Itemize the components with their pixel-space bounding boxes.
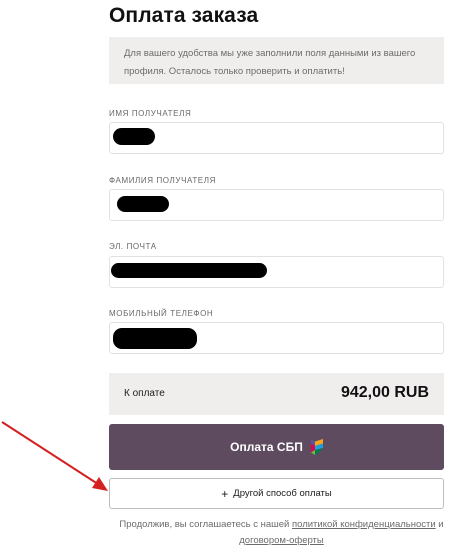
other-payment-method-label: Другой способ оплаты xyxy=(233,488,332,499)
consent-prefix: Продолжив, вы соглашаетесь с нашей xyxy=(119,519,290,530)
prefill-notice: Для вашего удобства мы уже заполнили пол… xyxy=(109,37,444,84)
order-total: К оплате 942,00 RUB xyxy=(109,373,444,415)
privacy-policy-link[interactable]: политикой конфиденциальности xyxy=(292,519,436,530)
phone-field[interactable] xyxy=(109,322,444,354)
total-amount: 942,00 RUB xyxy=(340,384,429,401)
last-name-label: ФАМИЛИЯ ПОЛУЧАТЕЛЯ xyxy=(109,176,216,185)
total-label: К оплате xyxy=(124,388,165,399)
page-title: Оплата заказа xyxy=(109,4,259,27)
redacted-value xyxy=(113,128,155,145)
email-field[interactable] xyxy=(109,256,444,288)
redacted-value xyxy=(117,196,169,212)
sbp-logo-icon xyxy=(310,439,323,455)
first-name-label: ИМЯ ПОЛУЧАТЕЛЯ xyxy=(109,109,192,118)
phone-label: МОБИЛЬНЫЙ ТЕЛЕФОН xyxy=(109,309,214,318)
pay-sbp-button[interactable]: Оплата СБП xyxy=(109,424,444,470)
last-name-field[interactable] xyxy=(109,189,444,221)
consent-text: Продолжив, вы соглашаетесь с нашей полит… xyxy=(109,517,454,549)
offer-agreement-link[interactable]: договором-оферты xyxy=(239,535,324,546)
plus-icon: + xyxy=(221,486,229,501)
first-name-field[interactable] xyxy=(109,122,444,154)
other-payment-method-button[interactable]: + Другой способ оплаты xyxy=(109,478,444,509)
consent-and: и xyxy=(438,519,444,530)
email-label: ЭЛ. ПОЧТА xyxy=(109,242,157,251)
redacted-value xyxy=(113,328,197,349)
redacted-value xyxy=(111,263,267,278)
pay-sbp-label: Оплата СБП xyxy=(230,440,303,454)
